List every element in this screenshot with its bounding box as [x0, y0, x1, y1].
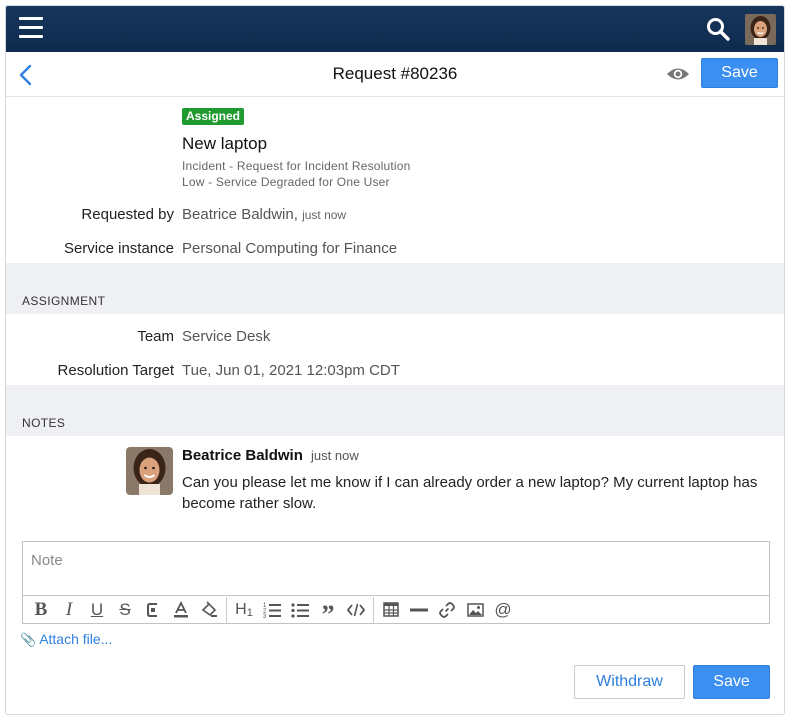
user-avatar[interactable]: [745, 14, 776, 45]
underline-icon[interactable]: U: [83, 597, 111, 623]
assignment-section-label: ASSIGNMENT: [22, 294, 106, 308]
heading-icon[interactable]: H1: [230, 597, 258, 623]
note-author: Beatrice Baldwin just now: [182, 447, 359, 464]
service-instance-label: Service instance: [63, 240, 174, 257]
code-icon[interactable]: [342, 597, 370, 623]
header-save-button[interactable]: Save: [701, 58, 778, 88]
request-title: New laptop: [182, 134, 268, 153]
requested-time: just now: [302, 208, 347, 222]
link-icon[interactable]: [433, 597, 461, 623]
table-icon[interactable]: [377, 597, 405, 623]
note-timestamp: just now: [311, 448, 359, 463]
attach-file-link[interactable]: 📎 Attach file...: [20, 631, 112, 648]
horizontal-rule-icon[interactable]: [405, 597, 433, 623]
toolbar-divider: [373, 596, 374, 623]
text-color-icon[interactable]: [167, 597, 195, 623]
clear-format-icon[interactable]: [139, 597, 167, 623]
requested-by-label: Requested by: [81, 206, 174, 223]
status-badge: Assigned: [182, 108, 245, 125]
mention-icon[interactable]: @: [489, 597, 517, 623]
request-impact: Low - Service Degraded for One User: [182, 175, 390, 189]
attach-file-label: Attach file...: [39, 631, 113, 647]
notes-section-header: NOTES: [6, 385, 784, 436]
image-icon[interactable]: [461, 597, 489, 623]
svg-text:3: 3: [263, 614, 267, 619]
toolbar-divider: [226, 596, 227, 623]
note-author-name: Beatrice Baldwin: [182, 447, 303, 464]
highlight-icon[interactable]: [195, 597, 223, 623]
editor-toolbar: B I U S H1 123 ” @: [23, 595, 769, 627]
assignment-section-header: ASSIGNMENT: [6, 263, 784, 314]
team-value: Service Desk: [182, 328, 271, 345]
note-input[interactable]: [23, 542, 769, 595]
request-header: Request #80236 Save: [6, 52, 784, 97]
request-category: Incident - Request for Incident Resoluti…: [182, 159, 411, 173]
strikethrough-icon[interactable]: S: [111, 597, 139, 623]
resolution-target-label: Resolution Target: [57, 362, 174, 379]
numbered-list-icon[interactable]: 123: [258, 597, 286, 623]
paperclip-icon: 📎: [20, 632, 37, 647]
search-icon[interactable]: [706, 17, 730, 41]
requester-name: Beatrice Baldwin,: [182, 206, 298, 223]
requested-by-value: Beatrice Baldwin, just now: [182, 206, 346, 223]
team-label: Team: [137, 328, 174, 345]
note-editor: B I U S H1 123 ”: [22, 541, 770, 627]
italic-icon[interactable]: I: [55, 597, 83, 623]
top-navigation-bar: [6, 6, 784, 52]
note-author-avatar: [126, 447, 173, 495]
app-window: Request #80236 Save Assigned New laptop …: [5, 5, 785, 715]
menu-icon[interactable]: [19, 17, 43, 39]
bold-icon[interactable]: B: [27, 597, 55, 623]
watch-eye-icon[interactable]: [666, 65, 690, 83]
notes-section-label: NOTES: [22, 416, 66, 430]
quote-icon[interactable]: ”: [314, 597, 342, 627]
save-button[interactable]: Save: [693, 665, 770, 699]
withdraw-button[interactable]: Withdraw: [574, 665, 685, 699]
note-text: Can you please let me know if I can alre…: [182, 474, 758, 512]
resolution-target-value: Tue, Jun 01, 2021 12:03pm CDT: [182, 362, 400, 379]
bullet-list-icon[interactable]: [286, 597, 314, 623]
service-instance-value: Personal Computing for Finance: [182, 240, 398, 257]
